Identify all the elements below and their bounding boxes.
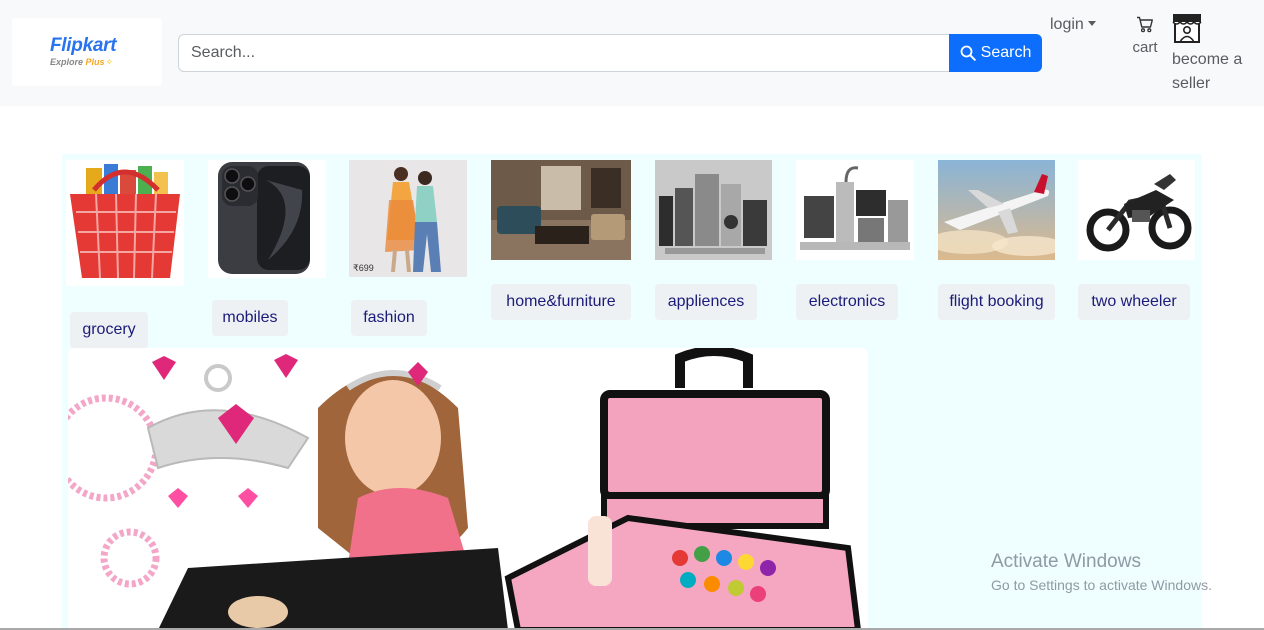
airplane-image xyxy=(938,160,1055,260)
category-label-text: grocery xyxy=(82,321,136,338)
smartphone-image xyxy=(208,160,326,278)
search-icon xyxy=(960,45,976,61)
search-button[interactable]: Search xyxy=(949,34,1042,72)
category-mobiles[interactable]: mobiles xyxy=(208,160,326,340)
category-label-text: appliences xyxy=(667,293,745,310)
navbar: Flipkart Explore Plus✧ Search login cart xyxy=(0,0,1264,106)
watermark-title: Activate Windows xyxy=(991,551,1141,572)
flipkart-logo[interactable]: Flipkart Explore Plus✧ xyxy=(12,18,162,86)
cart-label: cart xyxy=(1132,39,1158,56)
search-button-label: Search xyxy=(980,44,1032,61)
category-label-text: fashion xyxy=(363,309,415,326)
kids-makeup-kit-banner xyxy=(68,348,862,630)
seller-label: become a seller xyxy=(1172,51,1243,92)
category-label: appliences xyxy=(655,284,757,320)
login-label: login xyxy=(1050,16,1084,33)
search-bar: Search xyxy=(178,34,1042,72)
logo-brand-text: Flipkart xyxy=(50,35,117,56)
grocery-basket-image xyxy=(66,160,184,286)
category-home-furniture[interactable]: home&furniture xyxy=(491,160,631,340)
login-dropdown[interactable]: login xyxy=(1050,16,1096,34)
category-label-text: electronics xyxy=(808,293,886,310)
caret-down-icon xyxy=(1087,21,1096,26)
store-icon xyxy=(1172,14,1202,43)
category-label: mobiles xyxy=(212,300,288,336)
category-label-text: two wheeler xyxy=(1091,293,1177,310)
living-room-image xyxy=(491,160,631,260)
category-label: flight booking xyxy=(938,284,1055,320)
watermark-subtitle: Go to Settings to activate Windows. xyxy=(991,577,1212,593)
electronics-image xyxy=(796,160,914,260)
category-electronics[interactable]: electronics xyxy=(796,160,916,340)
promo-banner[interactable] xyxy=(68,348,868,630)
category-label: grocery xyxy=(70,312,148,348)
motorcycle-image xyxy=(1078,160,1195,260)
category-label: fashion xyxy=(351,300,427,336)
cart-icon xyxy=(1137,16,1153,33)
category-label-text: home&furniture xyxy=(506,293,616,310)
category-appliances[interactable]: appliences xyxy=(655,160,773,340)
category-label-text: mobiles xyxy=(222,309,278,326)
fashion-models-image: ₹699 xyxy=(349,160,467,277)
category-flight-booking[interactable]: flight booking xyxy=(938,160,1056,350)
become-seller-link[interactable]: become a seller xyxy=(1172,13,1252,96)
category-label-text: flight booking xyxy=(949,293,1044,310)
category-label: home&furniture xyxy=(491,284,631,320)
fashion-price-tag: ₹699 xyxy=(353,263,374,273)
category-two-wheeler[interactable]: two wheeler xyxy=(1078,160,1196,340)
category-fashion[interactable]: ₹699 fashion xyxy=(349,160,467,340)
plus-star-icon: ✧ xyxy=(105,57,114,67)
category-grocery[interactable]: grocery xyxy=(66,160,184,350)
cart-link[interactable]: cart xyxy=(1128,16,1162,56)
logo-tagline-prefix: Explore xyxy=(50,57,86,67)
logo-tagline: Explore Plus✧ xyxy=(50,57,113,68)
category-label: two wheeler xyxy=(1078,284,1190,320)
appliances-image xyxy=(655,160,772,260)
activate-windows-watermark: Activate Windows Go to Settings to activ… xyxy=(991,550,1212,596)
category-label: electronics xyxy=(796,284,898,320)
search-input[interactable] xyxy=(178,34,949,72)
logo-tagline-plus: Plus xyxy=(85,57,105,67)
